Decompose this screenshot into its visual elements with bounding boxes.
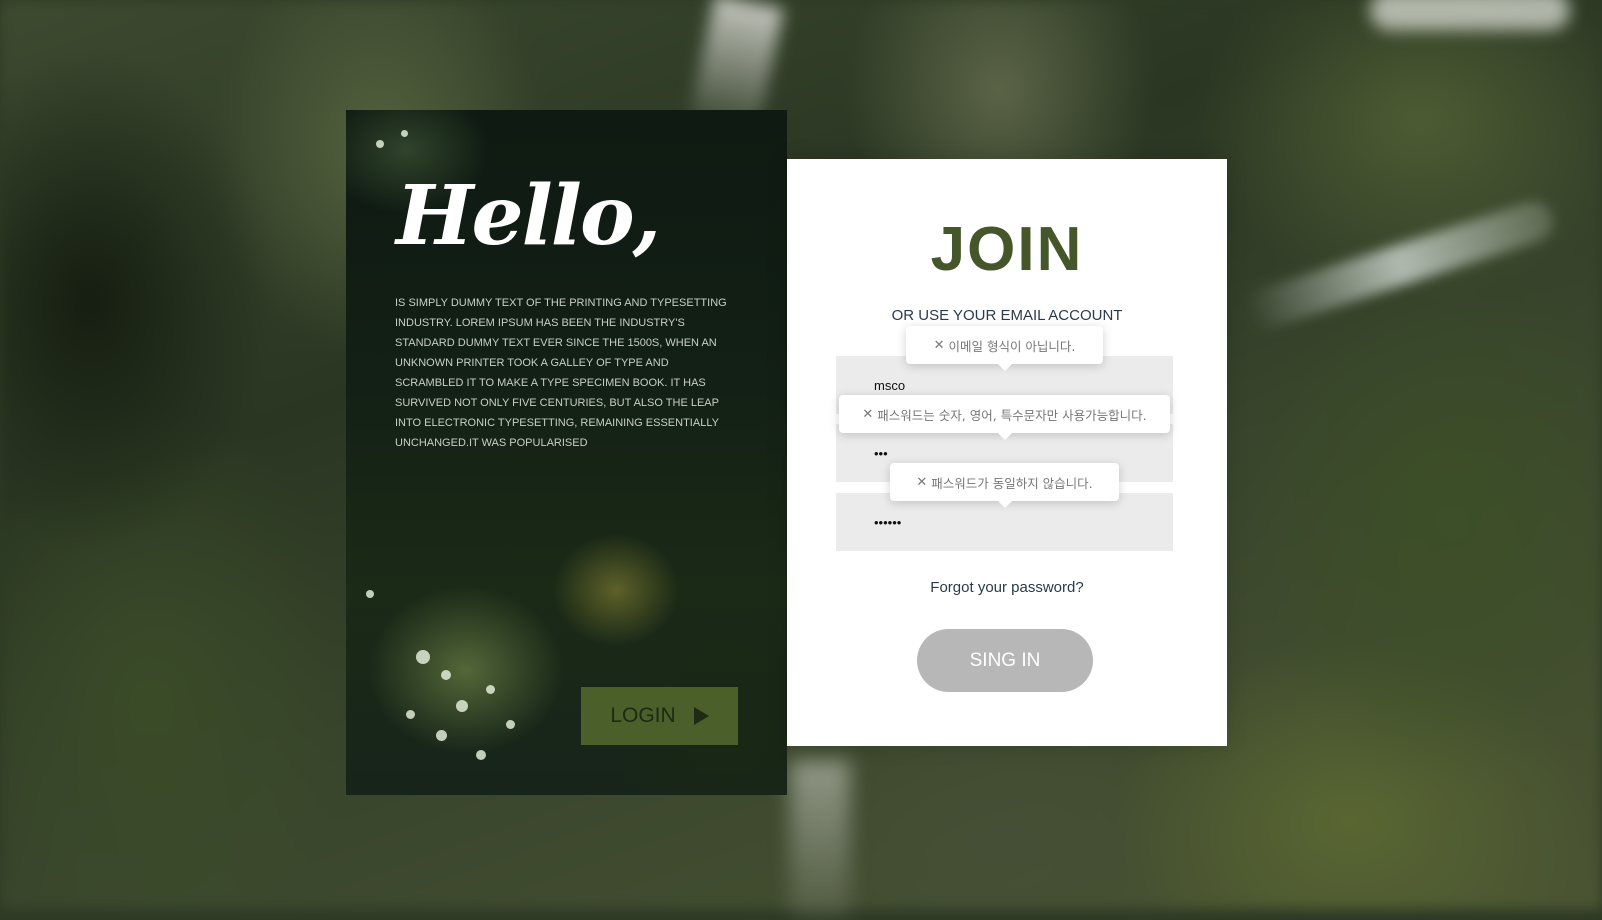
flower-decoration bbox=[486, 685, 495, 694]
welcome-panel: Hello, IS SIMPLY DUMMY TEXT OF THE PRINT… bbox=[346, 110, 787, 795]
background-water bbox=[1370, 0, 1570, 30]
close-icon: ✕ bbox=[916, 474, 928, 490]
play-icon bbox=[693, 707, 709, 725]
login-button[interactable]: LOGIN bbox=[581, 687, 738, 745]
welcome-description: IS SIMPLY DUMMY TEXT OF THE PRINTING AND… bbox=[395, 297, 727, 449]
flower-decoration bbox=[441, 670, 451, 680]
flower-decoration bbox=[416, 650, 430, 664]
join-form: JOIN OR USE YOUR EMAIL ACCOUNT ✕ 이메일 형식이… bbox=[787, 159, 1227, 746]
close-icon: ✕ bbox=[933, 337, 945, 353]
flower-decoration bbox=[376, 140, 384, 148]
confirm-error-tooltip: ✕ 패스워드가 동일하지 않습니다. bbox=[890, 463, 1119, 508]
background-stream bbox=[790, 760, 850, 920]
password-error-tooltip: ✕ 패스워드는 숫자, 영어, 특수문자만 사용가능합니다. bbox=[839, 395, 1170, 440]
flower-decoration bbox=[366, 590, 374, 598]
form-subtitle: OR USE YOUR EMAIL ACCOUNT bbox=[891, 307, 1123, 324]
form-title: JOIN bbox=[930, 215, 1084, 284]
confirm-error-text: 패스워드가 동일하지 않습니다. bbox=[931, 475, 1093, 491]
flower-decoration bbox=[401, 130, 408, 137]
flower-decoration bbox=[456, 700, 468, 712]
welcome-heading: Hello, bbox=[396, 168, 661, 264]
login-button-label: LOGIN bbox=[610, 704, 676, 727]
password-error-text: 패스워드는 숫자, 영어, 특수문자만 사용가능합니다. bbox=[877, 407, 1147, 423]
close-icon: ✕ bbox=[862, 406, 874, 422]
flower-decoration bbox=[506, 720, 515, 729]
sign-in-button[interactable]: SING IN bbox=[917, 629, 1093, 692]
email-error-tooltip: ✕ 이메일 형식이 아닙니다. bbox=[906, 326, 1103, 371]
email-error-text: 이메일 형식이 아닙니다. bbox=[948, 338, 1076, 354]
flower-decoration bbox=[406, 710, 415, 719]
forgot-password-link[interactable]: Forgot your password? bbox=[787, 579, 1227, 596]
flower-decoration bbox=[476, 750, 486, 760]
flower-decoration bbox=[436, 730, 447, 741]
